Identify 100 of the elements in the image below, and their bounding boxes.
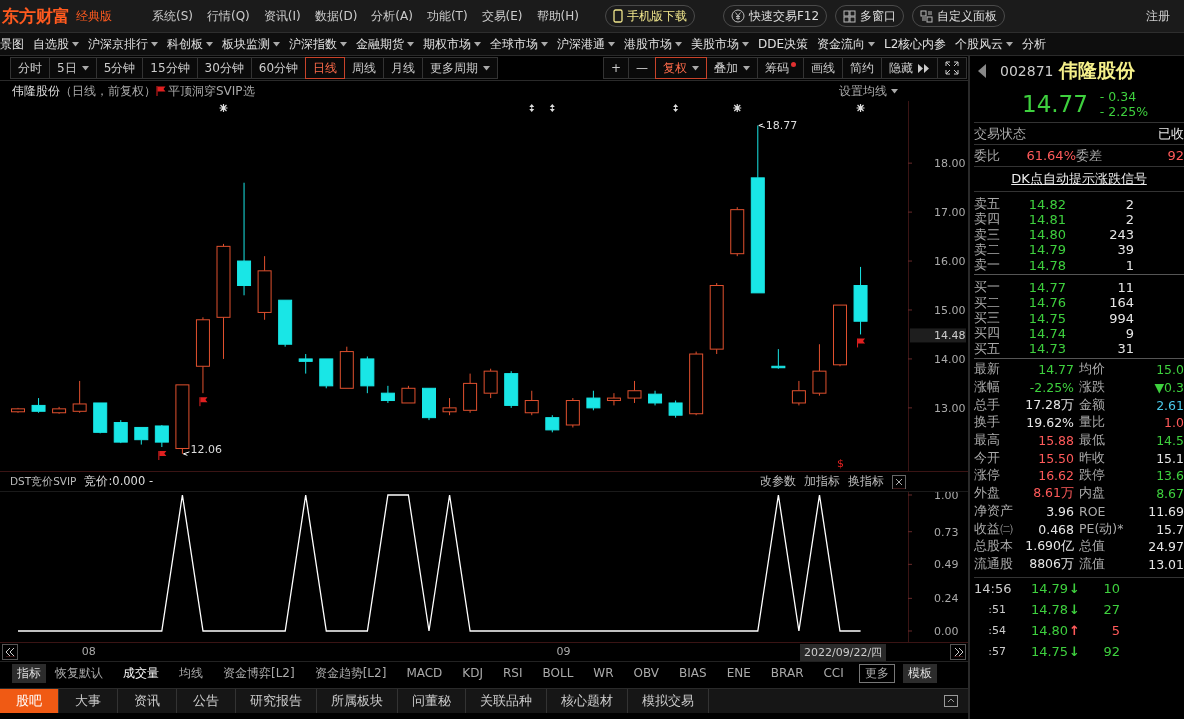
menu-item[interactable]: 系统(S) [152,7,193,25]
period-tab[interactable]: 日线 [305,57,346,79]
bottom-tab[interactable]: 资讯 [118,689,177,713]
nav-item[interactable]: 板块监测 [222,35,280,53]
period-tab[interactable]: 更多周期 [422,57,499,79]
tick-arrow: ↑ [1069,623,1080,639]
tool-button[interactable]: 筹码 [757,57,804,79]
phone-icon [612,9,623,23]
tool-button[interactable]: 复权 [655,57,707,79]
nav-item[interactable]: 分析 [1022,35,1047,53]
nav-item[interactable]: 港股市场 [624,35,682,53]
menu-item[interactable]: 行情(Q) [207,7,250,25]
bottom-tab[interactable]: 大事 [59,689,118,713]
stat-value: 2.61 [1155,397,1184,413]
tool-button[interactable]: 简约 [842,57,882,79]
menu-item[interactable]: 功能(T) [426,7,468,25]
period-tab[interactable]: 60分钟 [250,57,307,79]
indicator-tab[interactable]: BRAR [765,665,809,681]
bottom-tab[interactable]: 模拟交易 [628,689,709,713]
stat-label: 流通股 [974,555,1014,573]
nav-item[interactable]: 期权市场 [423,35,481,53]
period-tab[interactable]: 15分钟 [142,57,198,79]
indicator-tab[interactable]: OBV [628,665,665,681]
more-button[interactable]: 更多 [858,663,895,683]
grid-button[interactable]: 多窗口 [835,5,905,27]
nav-item[interactable]: 资金流向 [817,35,876,53]
indicator-tab[interactable]: RSI [498,665,528,681]
nav-item[interactable]: 全球市场 [490,35,548,53]
indicator-action[interactable]: 换指标 [848,474,884,489]
menu-item[interactable]: 数据(D) [314,7,358,25]
period-tab[interactable]: 30分钟 [196,57,252,79]
candlestick [524,390,539,416]
tool-button[interactable]: 隐藏 [881,57,938,79]
indicator-tab[interactable]: KDJ [457,665,488,681]
nav-item[interactable]: 金融期货 [356,35,414,53]
nav-item[interactable]: L2核心内参 [884,35,947,53]
indicator-action[interactable]: 加指标 [804,474,840,489]
stat-value: 15.7 [1155,521,1184,537]
period-tab[interactable]: 周线 [344,57,385,79]
period-tab[interactable]: 5日 [49,57,97,79]
period-tab[interactable]: 分时 [10,57,50,79]
left-arrow-icon[interactable] [978,64,986,78]
close-button[interactable] [892,474,906,489]
indicator-tab[interactable]: BIAS [674,665,712,681]
fullscreen-button[interactable] [937,57,967,79]
scroll-left-button[interactable] [2,644,18,660]
ma-settings-button[interactable]: 设置均线 [839,82,898,100]
tool-button[interactable]: 画线 [803,57,843,79]
template-button[interactable]: 模板 [902,663,937,683]
stat-value: 15.1 [1155,450,1184,466]
nav-item[interactable]: 景图 [0,35,24,53]
panel-button[interactable]: 自定义面板 [912,5,1006,27]
stat-label: 最低 [1078,432,1106,450]
indicator-action[interactable]: 改参数 [760,474,796,489]
bottom-tab[interactable]: 研究报告 [236,689,317,713]
bottom-tab[interactable]: 所属板块 [317,689,398,713]
indicator-tab[interactable]: MACD [401,665,448,681]
tool-button[interactable]: + [602,57,629,79]
nav-item[interactable]: 沪深京排行 [88,35,158,53]
nav-item[interactable]: 美股市场 [691,35,749,53]
indicator-tab[interactable]: 资金博弈[L2] [218,663,300,683]
nav-item[interactable]: 科创板 [167,35,213,53]
indicator-tab[interactable]: WR [588,665,619,681]
stat-value: 17.28万 [1024,396,1074,414]
nav-item[interactable]: 自选股 [33,35,79,53]
signal-link[interactable]: DK点自动提示涨跌信号 [1011,170,1147,188]
tool-button[interactable]: — [628,57,656,79]
indicator-tab[interactable]: CCI [818,665,849,681]
nav-item[interactable]: DDE决策 [758,35,809,53]
indicator-tab[interactable]: BOLL [537,665,579,681]
candlestick [298,353,313,375]
period-tab[interactable]: 5分钟 [95,57,144,79]
phone-button[interactable]: 手机版下载 [604,5,695,27]
menu-item[interactable]: 资讯(I) [263,7,301,25]
bottom-tab[interactable]: 关联品种 [466,689,547,713]
bottom-tab[interactable]: 问董秘 [398,689,466,713]
indicator-tab[interactable]: 均线 [174,663,208,683]
nav-item[interactable]: 沪深港通 [557,35,615,53]
up-down-arrow-icon [529,104,535,112]
order-volume: 11 [1116,280,1134,295]
indicator-tab[interactable]: 成交量 [118,663,164,683]
nav-item[interactable]: 个股风云 [955,35,1014,53]
tool-button[interactable]: 叠加 [706,57,758,79]
scroll-right-button[interactable] [950,644,966,660]
edition-label: 经典版 [76,7,112,25]
menu-item[interactable]: 交易(E) [481,7,523,25]
period-tab[interactable]: 月线 [383,57,424,79]
bottom-tab[interactable]: 公告 [177,689,236,713]
indicator-tab[interactable]: 资金趋势[L2] [309,663,392,683]
register-link[interactable]: 注册 [1146,7,1170,25]
indicator-label[interactable]: 指标 [12,663,46,683]
menu-item[interactable]: 帮助(H) [536,7,579,25]
expand-panel-icon[interactable] [944,695,958,707]
yen-button[interactable]: 快速交易F12 [722,5,828,27]
bottom-tab[interactable]: 核心题材 [547,689,628,713]
candlestick [730,206,745,257]
indicator-tab[interactable]: ENE [721,665,756,681]
indicator-tab[interactable]: 恢复默认 [50,663,108,683]
menu-item[interactable]: 分析(A) [371,7,413,25]
nav-item[interactable]: 沪深指数 [289,35,347,53]
